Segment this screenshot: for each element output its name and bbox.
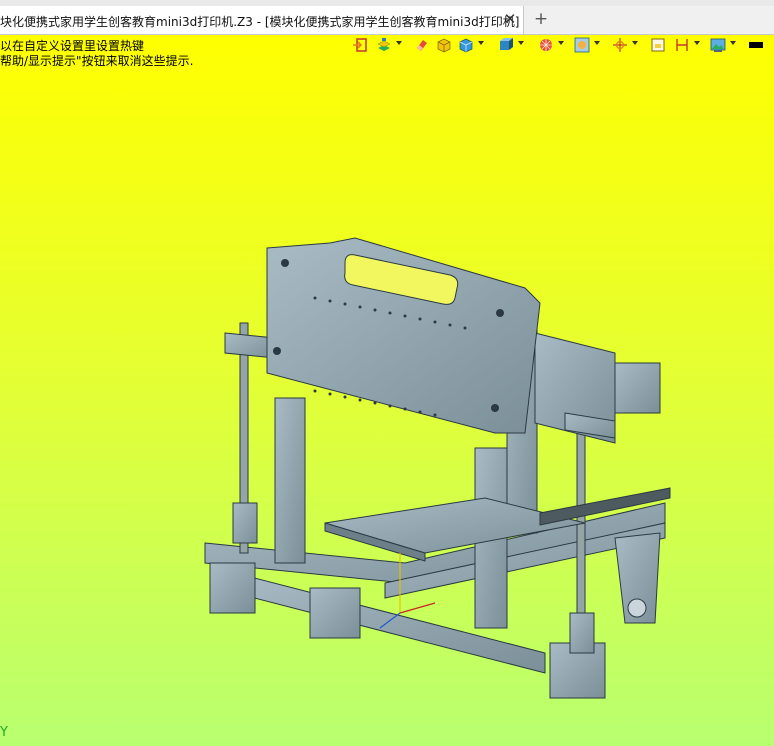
view-caret-icon[interactable] xyxy=(518,41,524,45)
shading-caret-icon[interactable] xyxy=(478,41,484,45)
dimension-caret-icon[interactable] xyxy=(694,41,700,45)
image-caret-icon[interactable] xyxy=(730,41,736,45)
stepper-motor-x xyxy=(614,362,661,414)
axis-indicator-y: Y xyxy=(0,725,8,740)
view-toolbar xyxy=(352,35,774,55)
stepper-motor-left xyxy=(209,562,256,614)
coupler-right xyxy=(569,612,595,654)
eraser-icon[interactable] xyxy=(414,37,430,53)
document-tab-title: 块化便携式家用学生创客教育mini3d打印机.Z3 - [模块化便携式家用学生创… xyxy=(0,15,520,29)
bracket-hole xyxy=(627,598,647,618)
select-box-icon[interactable] xyxy=(650,37,666,53)
stepper-motor-front xyxy=(309,587,361,639)
solid-box-icon[interactable] xyxy=(436,37,452,53)
layers-caret-icon[interactable] xyxy=(396,41,402,45)
shaded-box-icon[interactable] xyxy=(458,37,474,53)
coupler-left xyxy=(232,502,258,544)
render-mode-icon[interactable] xyxy=(538,37,554,53)
3d-viewport[interactable]: 以在自定义设置里设置热键 帮助/显示提示"按钮来取消这些提示. Y xyxy=(0,35,774,746)
document-tab[interactable]: 块化便携式家用学生创客教育mini3d打印机.Z3 - [模块化便携式家用学生创… xyxy=(0,6,524,34)
dimension-icon[interactable] xyxy=(674,37,690,53)
pick-caret-icon[interactable] xyxy=(632,41,638,45)
document-tab-bar: 块化便携式家用学生创客教育mini3d打印机.Z3 - [模块化便携式家用学生创… xyxy=(0,6,774,35)
layers-icon[interactable] xyxy=(376,37,392,53)
render-caret-icon[interactable] xyxy=(558,41,564,45)
exit-icon[interactable] xyxy=(352,37,368,53)
new-tab-icon[interactable]: + xyxy=(532,9,550,29)
pick-target-icon[interactable] xyxy=(612,37,628,53)
display-filter-icon[interactable] xyxy=(574,37,590,53)
view-cube-icon[interactable] xyxy=(498,37,514,53)
image-icon[interactable] xyxy=(710,37,726,53)
close-tab-icon[interactable]: ✕ xyxy=(501,9,519,29)
printer-3d-model[interactable] xyxy=(195,203,695,723)
filter-caret-icon[interactable] xyxy=(594,41,600,45)
hint-text-line2: 帮助/显示提示"按钮来取消这些提示. xyxy=(0,54,194,68)
left-extrusion xyxy=(274,397,306,564)
color-block-icon[interactable] xyxy=(748,37,764,53)
